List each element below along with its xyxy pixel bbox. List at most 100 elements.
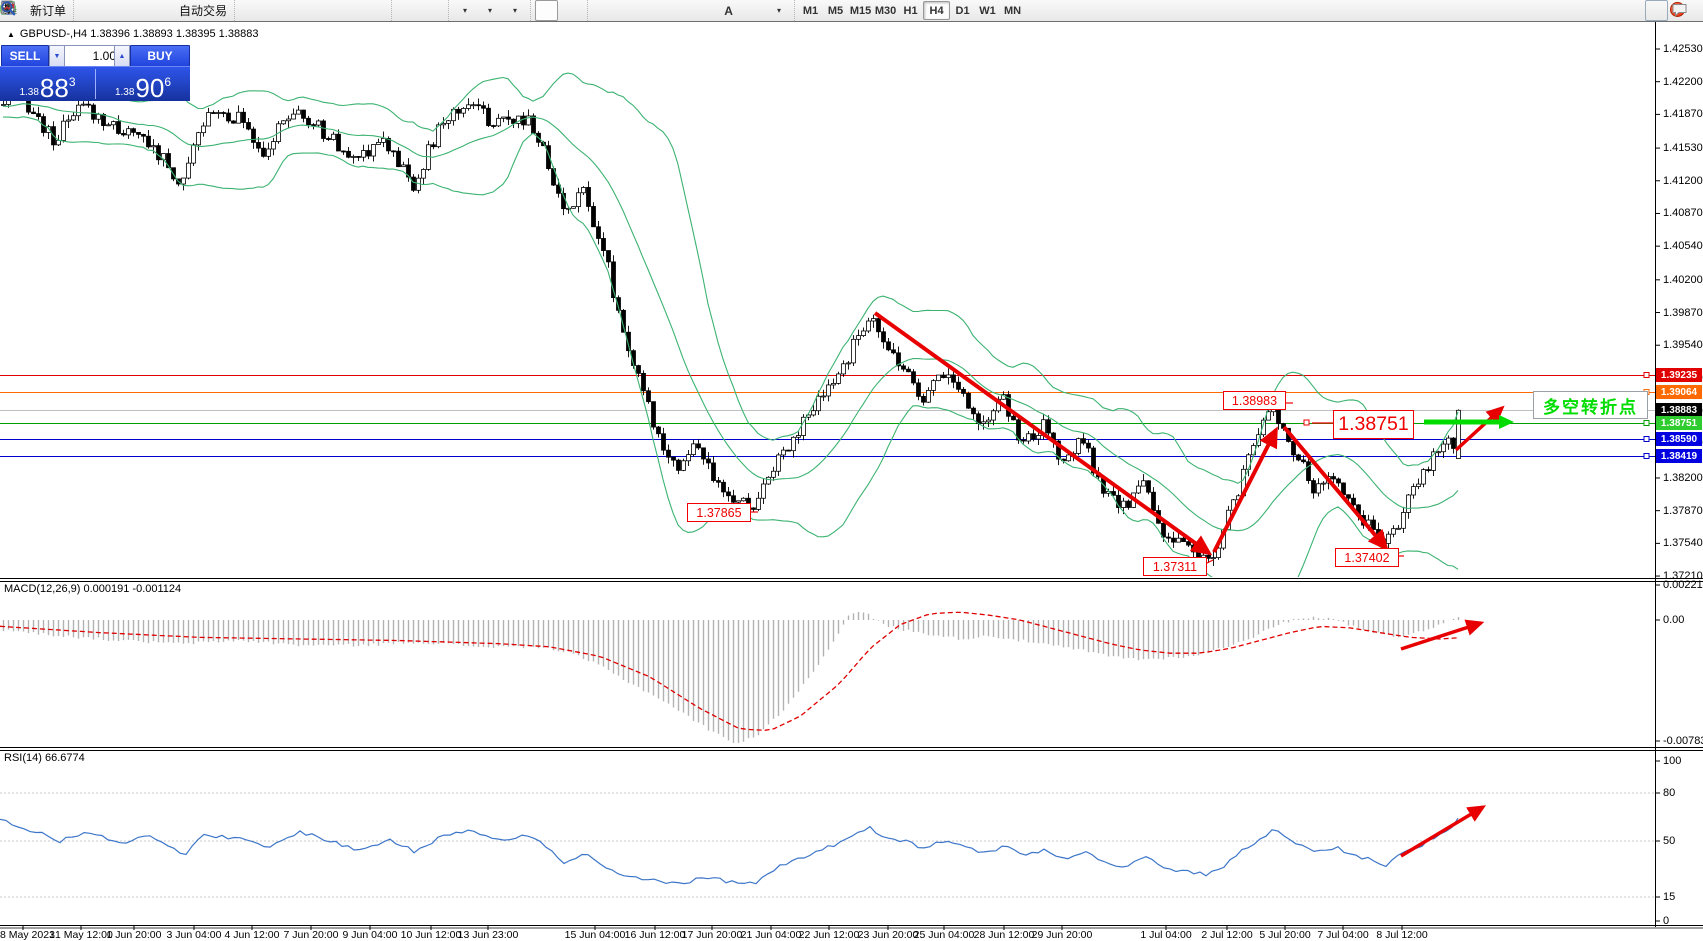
auto-scroll-icon[interactable] bbox=[396, 0, 419, 21]
buy-button[interactable]: BUY bbox=[130, 45, 190, 67]
sell-price-sup: 3 bbox=[69, 75, 76, 89]
time-axis-label: 5 Jul 20:00 bbox=[1259, 929, 1310, 941]
timeframe-d1[interactable]: D1 bbox=[950, 2, 975, 19]
swing-price-label[interactable]: 1.38983 bbox=[1223, 391, 1286, 410]
volume-up-button[interactable]: ▲ bbox=[114, 45, 130, 67]
auto-trading-label[interactable]: 自动交易 bbox=[179, 2, 227, 19]
sell-price-big: 88 bbox=[40, 75, 69, 101]
zoom-out-icon[interactable] bbox=[339, 0, 362, 21]
vertical-line-tool-icon[interactable] bbox=[592, 0, 615, 21]
periods-caret-icon[interactable]: ▾ bbox=[488, 6, 492, 15]
time-axis-label: 8 May 2021 bbox=[0, 929, 55, 941]
timeframe-m15[interactable]: M15 bbox=[848, 2, 873, 19]
tile-windows-icon[interactable] bbox=[364, 0, 387, 21]
chat-icon[interactable]: 1 bbox=[1670, 0, 1693, 21]
arrows-tool-icon[interactable]: ▾ bbox=[767, 0, 790, 21]
price-tick-label: 1.37540 bbox=[1663, 537, 1703, 549]
cursor-tool-icon[interactable] bbox=[535, 0, 558, 21]
fibonacci-tool-icon[interactable]: F bbox=[692, 0, 715, 21]
search-icon[interactable] bbox=[1645, 0, 1668, 21]
turning-point-label[interactable]: 多空转折点 bbox=[1533, 391, 1648, 419]
deposit-gold-icon[interactable] bbox=[78, 0, 101, 21]
macd-axis-label: 0.002214 bbox=[1663, 579, 1703, 591]
signal-icon[interactable] bbox=[128, 0, 151, 21]
timeframe-m30[interactable]: M30 bbox=[873, 2, 898, 19]
price-axis-tag: 1.39235 bbox=[1656, 368, 1702, 382]
auto-trading-icon[interactable] bbox=[153, 0, 176, 21]
indicators-icon[interactable]: ▾ bbox=[453, 0, 476, 21]
buy-price-prefix: 1.38 bbox=[115, 87, 134, 98]
periods-icon[interactable]: ▾ bbox=[478, 0, 501, 21]
timeframe-mn[interactable]: MN bbox=[1000, 2, 1025, 19]
price-tick-label: 1.41870 bbox=[1663, 108, 1703, 120]
chart-shift-icon[interactable] bbox=[421, 0, 444, 21]
text-label-tool-icon[interactable]: T bbox=[742, 0, 765, 21]
buy-price-sup: 6 bbox=[164, 75, 171, 89]
timeframe-h4[interactable]: H4 bbox=[923, 1, 950, 20]
toolbar-group-right: 1 bbox=[1641, 0, 1697, 21]
swing-price-label[interactable]: 1.37402 bbox=[1335, 548, 1399, 567]
indicators-caret-icon[interactable]: ▾ bbox=[463, 6, 467, 15]
time-axis-label: 23 Jun 20:00 bbox=[858, 929, 919, 941]
time-axis-label: 4 Jun 12:00 bbox=[225, 929, 280, 941]
timeframe-w1[interactable]: W1 bbox=[975, 2, 1000, 19]
time-axis-label: 3 Jun 04:00 bbox=[167, 929, 222, 941]
toolbar-group-timeframes: M1M5M15M30H1H4D1W1MN bbox=[794, 0, 1028, 21]
trendline-tool-icon[interactable] bbox=[642, 0, 665, 21]
timeframe-m5[interactable]: M5 bbox=[823, 2, 848, 19]
time-axis-label: 15 Jun 04:00 bbox=[565, 929, 626, 941]
time-axis-label: 22 Jun 12:00 bbox=[799, 929, 860, 941]
price-tick-label: 1.42200 bbox=[1663, 76, 1703, 88]
line-chart-icon[interactable] bbox=[289, 0, 312, 21]
sell-button[interactable]: SELL bbox=[1, 45, 49, 67]
macd-axis-label: -0.007831 bbox=[1663, 735, 1703, 747]
crosshair-tool-icon[interactable] bbox=[560, 0, 583, 21]
timeframe-m1[interactable]: M1 bbox=[798, 2, 823, 19]
chart-canvas[interactable] bbox=[0, 0, 1703, 941]
buy-price[interactable]: 1.38 90 6 bbox=[96, 67, 190, 103]
time-axis-label: 9 Jun 04:00 bbox=[343, 929, 398, 941]
trade-panel-prices: 1.38 88 3 1.38 90 6 bbox=[0, 66, 190, 101]
rsi-axis-label: 50 bbox=[1663, 835, 1675, 847]
timeframe-h1[interactable]: H1 bbox=[898, 2, 923, 19]
rsi-axis-label: 100 bbox=[1663, 755, 1681, 767]
swing-price-label[interactable]: 1.37865 bbox=[687, 503, 751, 522]
chart-title: ▲GBPUSD-,H4 1.38396 1.38893 1.38395 1.38… bbox=[7, 28, 258, 40]
bar-chart-icon[interactable] bbox=[239, 0, 262, 21]
candlestick-chart-icon[interactable] bbox=[264, 0, 287, 21]
horizontal-line-tool-icon[interactable] bbox=[617, 0, 640, 21]
chart-collapse-icon[interactable]: ▲ bbox=[7, 30, 15, 39]
templates-caret-icon[interactable]: ▾ bbox=[513, 6, 517, 15]
time-axis-label: 16 Jun 12:00 bbox=[625, 929, 686, 941]
zoom-in-icon[interactable] bbox=[314, 0, 337, 21]
trade-panel-top-row: SELL ▼ ▲ BUY bbox=[0, 44, 190, 66]
time-axis-label: 1 Jul 04:00 bbox=[1140, 929, 1191, 941]
time-axis-label: 7 Jun 20:00 bbox=[284, 929, 339, 941]
price-tick-label: 1.37870 bbox=[1663, 505, 1703, 517]
new-order-label[interactable]: 新订单 bbox=[30, 2, 66, 19]
volume-down-button[interactable]: ▼ bbox=[49, 45, 65, 67]
templates-icon[interactable]: ▾ bbox=[503, 0, 526, 21]
rsi-axis-label: 0 bbox=[1663, 915, 1669, 927]
price-tick-label: 1.39870 bbox=[1663, 307, 1703, 319]
arrows-caret-icon[interactable]: ▾ bbox=[777, 6, 781, 15]
time-axis-label: 28 Jun 12:00 bbox=[974, 929, 1035, 941]
price-tick-label: 1.41200 bbox=[1663, 175, 1703, 187]
price-tick-label: 1.42530 bbox=[1663, 43, 1703, 55]
price-axis-tag: 1.38751 bbox=[1656, 416, 1702, 430]
time-axis-label: 7 Jul 04:00 bbox=[1317, 929, 1368, 941]
price-tick-label: 1.40870 bbox=[1663, 207, 1703, 219]
time-axis-label: 2 Jul 12:00 bbox=[1201, 929, 1252, 941]
sell-price[interactable]: 1.38 88 3 bbox=[0, 67, 95, 103]
time-axis-label: 17 Jun 20:00 bbox=[682, 929, 743, 941]
macd-axis-label: 0.00 bbox=[1663, 614, 1684, 626]
toolbar-group-cursor bbox=[530, 0, 587, 21]
channel-tool-icon[interactable]: E bbox=[667, 0, 690, 21]
toolbar-group-services: B 自动交易 bbox=[73, 0, 234, 21]
text-tool-icon[interactable]: A bbox=[717, 0, 740, 21]
swing-price-label[interactable]: 1.37311 bbox=[1143, 557, 1207, 576]
price-tick-label: 1.38200 bbox=[1663, 472, 1703, 484]
community-icon[interactable]: B bbox=[103, 0, 126, 21]
volume-input[interactable] bbox=[64, 45, 120, 67]
swing-price-label[interactable]: 1.38751 bbox=[1333, 410, 1414, 439]
